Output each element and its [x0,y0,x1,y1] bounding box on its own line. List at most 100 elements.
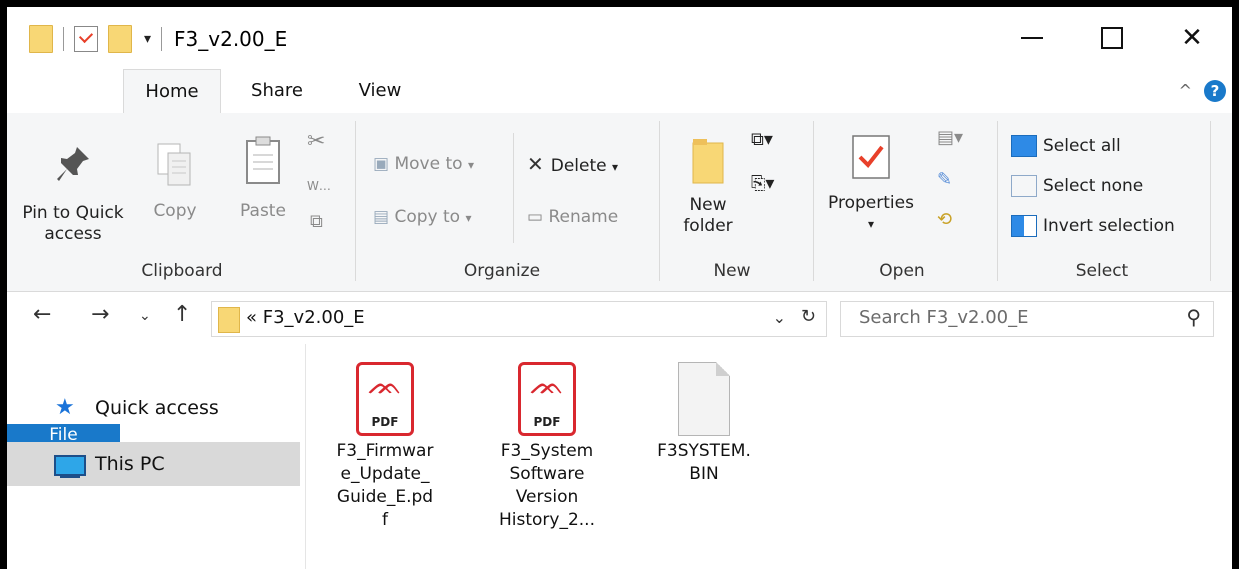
pin-label-line1: Pin to Quick [22,203,124,223]
customize-toolbar-dropdown-icon[interactable]: ▾ [144,31,151,47]
minimize-icon [1021,37,1043,39]
acrobat-symbol-icon: ᨏ [529,368,565,401]
group-divider [813,121,814,281]
minimize-button[interactable] [992,7,1072,69]
tab-share[interactable]: Share [242,69,312,113]
ribbon: Pin to Quick access Copy Paste ✂ W… ⧉ Cl… [7,113,1232,292]
delete-button[interactable]: ✕ Delete ▾ [527,153,618,178]
history-icon[interactable]: ⟲ [937,209,952,231]
file-name-line: History_2... [498,510,595,530]
search-input[interactable]: Search F3_v2.00_E ⚲ [840,301,1214,337]
address-dropdown-icon[interactable]: ⌄ [773,308,786,327]
pin-icon [57,147,89,181]
properties-checkmark-icon[interactable] [74,26,98,52]
invert-selection-icon [1011,215,1037,237]
collapse-ribbon-icon[interactable]: ^ [1179,81,1192,100]
file-name-line: Guide_E.pd [336,487,434,507]
paste-shortcut-icon[interactable]: ⧉ [310,211,323,233]
search-icon: ⚲ [1186,305,1201,329]
select-all-label: Select all [1043,136,1121,156]
search-placeholder: Search F3_v2.00_E [859,307,1029,328]
edit-icon[interactable]: ✎ [937,169,952,191]
group-label-select: Select [1075,261,1129,281]
folder-icon [29,25,53,53]
file-name-line: F3_System [500,441,594,461]
star-icon: ★ [55,395,75,420]
copy-to-label: Copy to [394,207,461,227]
select-none-button[interactable]: Select none [1011,175,1143,197]
nav-item-quick-access[interactable]: ★ Quick access [7,386,300,430]
back-arrow-icon[interactable]: ← [33,302,51,327]
acrobat-symbol-icon: ᨏ [367,368,403,401]
group-divider [355,121,356,281]
pdf-badge: PDF [371,415,399,429]
open-icon[interactable]: ▤▾ [937,127,963,149]
properties-label: Properties [828,193,914,213]
new-folder-icon[interactable] [108,25,132,53]
address-row: ← → ⌄ ↑ « F3_v2.00_E ⌄ ↻ Search F3_v2.00… [7,292,1232,344]
new-folder-button[interactable]: New folder [673,137,743,237]
tab-home[interactable]: Home [123,69,221,115]
select-all-button[interactable]: Select all [1011,135,1121,157]
nav-item-label: Quick access [95,397,219,419]
move-to-button[interactable]: ▣ Move to ▾ [373,153,474,176]
toolbar-divider [63,27,64,51]
delete-label: Delete [550,156,607,176]
group-divider [997,121,998,281]
copy-to-button[interactable]: ▤ Copy to ▾ [373,206,472,229]
file-name-line: e_Update_ [340,464,430,484]
file-item[interactable]: F3SYSTEM. BIN [644,362,764,486]
tab-view[interactable]: View [350,69,410,113]
pin-to-quick-access-button[interactable]: Pin to Quick access [15,141,131,245]
rename-label: Rename [548,207,619,227]
easy-access-icon[interactable]: ⎘▾ [751,173,774,195]
maximize-button[interactable] [1072,7,1152,69]
explorer-window: ▾ F3_v2.00_E ✕ File Home Share View ^ ? … [7,7,1232,569]
chevron-down-icon: ▾ [867,217,875,231]
paste-label: Paste [240,201,286,221]
properties-icon [852,135,890,179]
new-folder-label-line2: folder [683,216,733,236]
maximize-icon [1101,27,1123,49]
recent-locations-chevron-icon[interactable]: ⌄ [139,308,151,324]
forward-arrow-icon[interactable]: → [91,302,109,327]
new-item-icon[interactable]: ⧉▾ [751,129,773,151]
file-item[interactable]: ᨏ PDF F3_System Software Version History… [487,362,607,532]
close-button[interactable]: ✕ [1152,7,1232,69]
file-name-line: Software [509,464,585,484]
title-bar: ▾ F3_v2.00_E ✕ [7,7,1232,69]
invert-selection-button[interactable]: Invert selection [1011,215,1175,237]
select-all-icon [1011,135,1037,157]
paste-button[interactable]: Paste [233,135,293,222]
file-item[interactable]: ᨏ PDF F3_Firmwar e_Update_ Guide_E.pd f [325,362,445,532]
up-arrow-icon[interactable]: ↑ [173,302,191,327]
select-none-icon [1011,175,1037,197]
address-bar[interactable]: « F3_v2.00_E ⌄ ↻ [211,301,827,337]
organize-divider [513,133,514,243]
file-name-line: F3SYSTEM. [657,441,751,461]
close-icon: ✕ [1181,23,1203,53]
quick-access-toolbar: ▾ F3_v2.00_E [29,25,287,53]
group-label-clipboard: Clipboard [141,261,223,281]
refresh-icon[interactable]: ↻ [801,306,816,327]
window-title: F3_v2.00_E [174,27,288,51]
pdf-icon: ᨏ PDF [518,362,576,436]
copy-button[interactable]: Copy [147,141,203,222]
nav-item-label: This PC [95,453,165,475]
group-divider [659,121,660,281]
group-label-open: Open [879,261,925,281]
file-name-line: f [382,510,388,530]
folder-icon [692,139,724,184]
copy-path-icon[interactable]: W… [307,175,331,197]
ribbon-tabs: File Home Share View ^ ? [7,69,1232,468]
select-none-label: Select none [1043,176,1144,196]
properties-button[interactable]: Properties ▾ [819,133,923,235]
rename-button[interactable]: ▭ Rename [527,206,618,228]
help-icon[interactable]: ? [1204,80,1226,102]
address-path: « F3_v2.00_E [246,307,365,328]
window-controls: ✕ [992,7,1232,69]
rename-icon: ▭ [527,207,549,227]
cut-icon[interactable]: ✂ [307,131,325,153]
nav-item-this-pc[interactable]: This PC [7,442,300,486]
paste-icon [246,136,280,184]
